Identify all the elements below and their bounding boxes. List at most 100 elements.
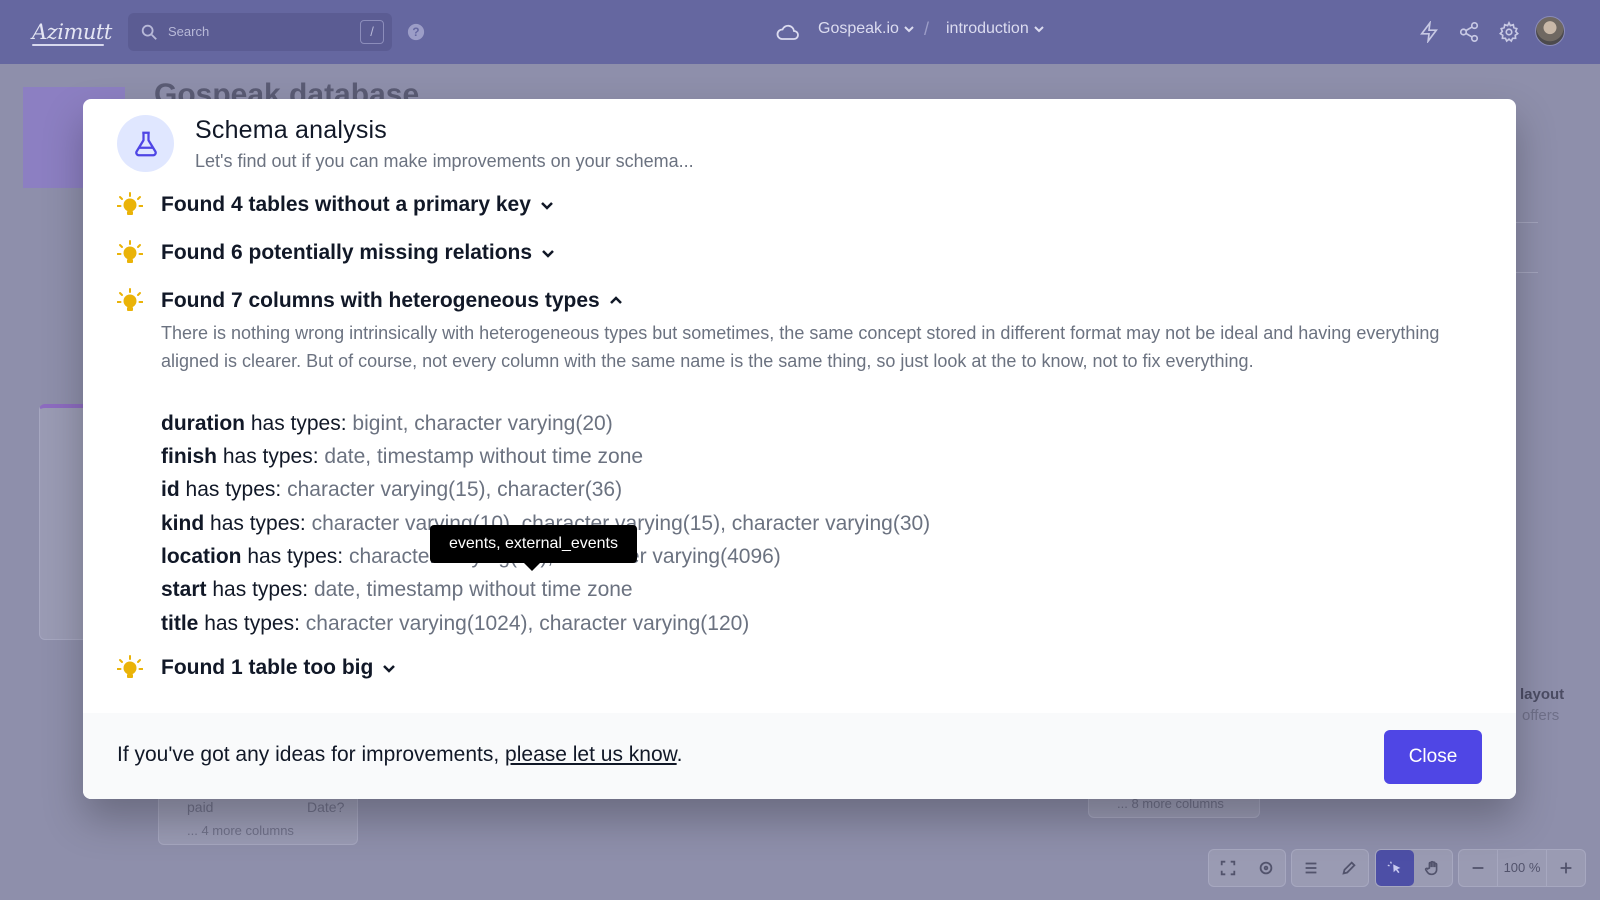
fit-to-screen-button[interactable] bbox=[1209, 850, 1247, 886]
minus-icon bbox=[1472, 867, 1484, 869]
search-icon bbox=[141, 24, 157, 40]
zoom-in-button[interactable] bbox=[1547, 850, 1585, 886]
column-name: id bbox=[161, 478, 180, 501]
column-types[interactable]: bigint, character varying(20) bbox=[352, 412, 612, 435]
plus-icon bbox=[1560, 862, 1572, 874]
column-type-row: id has types: character varying(15), cha… bbox=[161, 478, 622, 502]
modal-footer: If you've got any ideas for improvements… bbox=[83, 713, 1516, 799]
more-columns[interactable]: ... 4 more columns bbox=[187, 823, 294, 838]
chevron-down-icon bbox=[904, 26, 914, 33]
section-title: Found 1 table too big bbox=[161, 656, 374, 679]
list-icon bbox=[1305, 862, 1317, 874]
has-types-label: has types: bbox=[250, 412, 347, 435]
chevron-up-icon bbox=[609, 296, 622, 304]
column-name: finish bbox=[161, 445, 217, 468]
modal-title: Schema analysis bbox=[195, 116, 387, 144]
column-name: location bbox=[161, 545, 242, 568]
feedback-link[interactable]: please let us know bbox=[505, 743, 677, 766]
has-types-label: has types: bbox=[185, 478, 282, 501]
target-icon bbox=[1259, 861, 1273, 875]
search-placeholder: Search bbox=[168, 24, 210, 39]
toolbar-mode-group bbox=[1375, 849, 1453, 887]
column-name: title bbox=[161, 612, 199, 635]
cloud-icon bbox=[776, 24, 799, 40]
project-name: introduction bbox=[946, 20, 1029, 37]
beaker-icon bbox=[134, 131, 157, 156]
logo-underline bbox=[32, 44, 104, 46]
arrange-button[interactable] bbox=[1247, 850, 1285, 886]
breadcrumb-separator: / bbox=[924, 19, 930, 39]
column-types[interactable]: character varying(1024), character varyi… bbox=[306, 612, 750, 635]
draw-button[interactable] bbox=[1330, 850, 1368, 886]
select-mode-button[interactable] bbox=[1376, 850, 1414, 886]
section-title: Found 6 potentially missing relations bbox=[161, 241, 533, 264]
hand-icon bbox=[1424, 860, 1438, 876]
user-avatar[interactable] bbox=[1535, 16, 1565, 46]
toolbar-view-group bbox=[1208, 849, 1286, 887]
app-logo[interactable]: Azimutt bbox=[32, 18, 112, 46]
side-panel-title: layout bbox=[1520, 686, 1565, 703]
has-types-label: has types: bbox=[210, 512, 306, 535]
section-missing-relations[interactable]: Found 6 potentially missing relations bbox=[117, 240, 556, 266]
chevron-down-icon bbox=[383, 665, 396, 673]
column-name: paid bbox=[187, 799, 214, 815]
cursor-click-icon bbox=[1387, 861, 1401, 874]
column-types[interactable]: date, timestamp without time zone bbox=[314, 578, 633, 601]
tooltip-arrow bbox=[523, 562, 541, 571]
column-name: duration bbox=[161, 412, 245, 435]
lightbulb-icon bbox=[117, 192, 143, 215]
chevron-down-icon bbox=[541, 202, 553, 210]
list-button[interactable] bbox=[1292, 850, 1330, 886]
pencil-icon bbox=[1342, 861, 1356, 875]
has-types-label: has types: bbox=[247, 545, 344, 568]
organization-dropdown[interactable]: Gospeak.io bbox=[818, 20, 915, 38]
close-button[interactable]: Close bbox=[1384, 730, 1482, 784]
column-name: start bbox=[161, 578, 207, 601]
has-types-label: has types: bbox=[222, 445, 319, 468]
lightbulb-icon bbox=[117, 288, 143, 311]
column-name: kind bbox=[161, 512, 205, 535]
footer-text-before: If you've got any ideas for improvements… bbox=[117, 743, 500, 766]
footer-text-after: . bbox=[676, 743, 683, 766]
lightbulb-icon bbox=[117, 240, 143, 263]
section-table-too-big[interactable]: Found 1 table too big bbox=[117, 655, 397, 681]
column-type: Date? bbox=[307, 799, 345, 815]
lightning-icon[interactable] bbox=[1418, 21, 1440, 43]
gear-icon[interactable] bbox=[1498, 21, 1520, 43]
footer-text: If you've got any ideas for improvements… bbox=[117, 743, 683, 767]
section-title: Found 4 tables without a primary key bbox=[161, 193, 531, 216]
column-types[interactable]: date, timestamp without time zone bbox=[324, 445, 643, 468]
chevron-down-icon bbox=[542, 250, 554, 258]
share-icon[interactable] bbox=[1458, 21, 1480, 43]
section-title: Found 7 columns with heterogeneous types bbox=[161, 289, 600, 312]
table-card[interactable] bbox=[39, 404, 89, 640]
has-types-label: has types: bbox=[204, 612, 300, 635]
top-navbar: Azimutt Search / ? Gospeak.io / introduc… bbox=[0, 0, 1600, 64]
column-type-row: finish has types: date, timestamp withou… bbox=[161, 445, 643, 469]
search-shortcut-key: / bbox=[360, 20, 384, 44]
zoom-out-button[interactable] bbox=[1459, 850, 1497, 886]
column-type-row: title has types: character varying(1024)… bbox=[161, 612, 749, 636]
project-dropdown[interactable]: introduction bbox=[946, 20, 1045, 38]
section-description: There is nothing wrong intrinsically wit… bbox=[161, 323, 1440, 371]
search-input[interactable]: Search / bbox=[128, 13, 392, 51]
tooltip: events, external_events bbox=[430, 525, 637, 563]
expand-icon bbox=[1220, 860, 1236, 876]
pan-mode-button[interactable] bbox=[1414, 850, 1452, 886]
zoom-level[interactable]: 100 % bbox=[1497, 850, 1547, 886]
svg-text:?: ? bbox=[412, 26, 419, 39]
chevron-down-icon bbox=[1034, 26, 1044, 33]
help-icon[interactable]: ? bbox=[407, 23, 425, 41]
side-panel-text: offers bbox=[1522, 707, 1560, 724]
organization-name: Gospeak.io bbox=[818, 20, 899, 37]
section-missing-primary-key[interactable]: Found 4 tables without a primary key bbox=[117, 192, 555, 218]
toolbar-edit-group bbox=[1291, 849, 1369, 887]
has-types-label: has types: bbox=[212, 578, 309, 601]
column-types[interactable]: character varying(15), character(36) bbox=[287, 478, 622, 501]
modal-subtitle: Let's find out if you can make improveme… bbox=[195, 151, 694, 171]
toolbar-zoom-group: 100 % bbox=[1458, 849, 1586, 887]
column-type-row: duration has types: bigint, character va… bbox=[161, 412, 613, 436]
column-type-row: start has types: date, timestamp without… bbox=[161, 578, 633, 602]
modal-icon-circle bbox=[117, 115, 174, 172]
section-heterogeneous-types[interactable]: Found 7 columns with heterogeneous types bbox=[117, 288, 624, 314]
